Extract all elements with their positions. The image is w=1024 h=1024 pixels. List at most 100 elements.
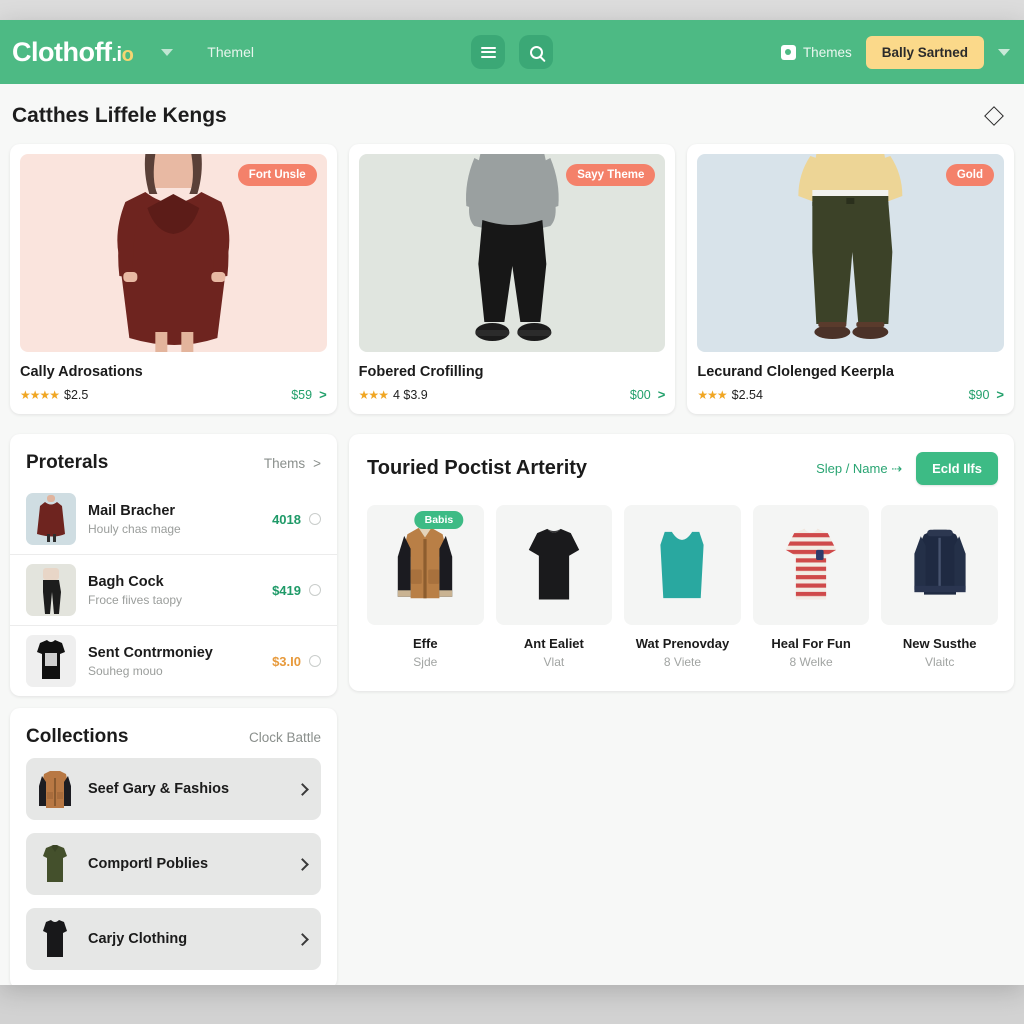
item-thumbnail: Babis (367, 505, 484, 625)
teal-tank-top-icon (660, 531, 705, 599)
item-name: Sent Contrmoniey (88, 644, 213, 661)
proterals-title: Proterals (26, 452, 109, 473)
brand-logo[interactable]: Clothoff .io (12, 37, 134, 68)
product-card[interactable]: Gold Lecurand Clolenged Keerpla ★★★ $2.5… (687, 144, 1015, 414)
list-item[interactable]: Sent Contrmoniey Souheg mouo $3.I0 (10, 626, 337, 696)
left-column: Proterals Thems > Mail Bracher Houly cha… (10, 434, 337, 985)
rating-stars: ★★★ (358, 387, 389, 402)
item-subtitle: Vlaitc (925, 655, 955, 669)
collections-link[interactable]: Clock Battle (249, 730, 321, 745)
list-item[interactable]: Carjy Clothing (26, 908, 321, 970)
item-thumbnail (26, 635, 76, 687)
product-price: $90 (968, 387, 990, 402)
item-name: Wat Prenovday (635, 636, 730, 651)
strip-item[interactable]: Ant Ealiet Vlat (495, 505, 613, 669)
cta-button[interactable]: Bally Sartned (865, 35, 984, 69)
item-subtitle: 8 Viete (663, 655, 702, 669)
proterals-header: Proterals Thems > (10, 434, 337, 484)
item-thumbnail (36, 768, 74, 810)
item-name: Effe (413, 636, 438, 651)
list-item[interactable]: Comportl Poblies (26, 833, 321, 895)
collections-header: Collections Clock Battle (10, 708, 337, 758)
collections-title: Collections (26, 726, 129, 747)
product-price-action[interactable]: $59 > (291, 387, 326, 402)
product-card[interactable]: Fort Unsle Cally Adrosations ★★★★ $2.5 $… (10, 144, 337, 414)
account-chevron-down-icon[interactable] (998, 48, 1010, 56)
black-tshirt-icon (528, 528, 580, 600)
themes-label: Themes (802, 44, 852, 60)
rating-value: $2.54 (731, 387, 763, 402)
item-subtitle: Froce fiives taopy (88, 592, 183, 607)
product-title: Fobered Crofilling (358, 364, 484, 380)
item-subtitle: Sjde (413, 655, 438, 669)
item-thumbnail (36, 843, 74, 885)
page-title: Catthes Liffele Kengs (12, 104, 227, 127)
item-name: Ant Ealiet (523, 636, 584, 651)
jacket-thumb-icon (39, 771, 71, 808)
select-radio[interactable] (309, 513, 321, 525)
add-button[interactable]: Ecld Ilfs (916, 452, 998, 485)
strip-item[interactable]: Wat Prenovday 8 Viete (624, 505, 741, 669)
shirt-thumb-icon (43, 845, 67, 882)
chevron-right-icon: > (313, 455, 321, 471)
item-name: Mail Bracher (88, 502, 176, 519)
brand-suffix: .io (111, 43, 134, 66)
item-label: Seef Gary & Fashios (88, 781, 230, 797)
item-subtitle: Houly chas mage (88, 521, 181, 536)
strip-item[interactable]: Babis Effe Sjde (367, 505, 484, 669)
varsity-jacket-icon (398, 525, 453, 598)
hamburger-icon (480, 44, 496, 60)
search-button[interactable] (519, 35, 553, 69)
sort-link[interactable]: Slep / Name ⇢ (816, 461, 902, 477)
page-title-row: Catthes Liffele Kengs (10, 84, 1014, 144)
lower-content: Proterals Thems > Mail Bracher Houly cha… (10, 434, 1014, 985)
product-badge: Fort Unsle (237, 164, 317, 186)
product-card[interactable]: Sayy Theme Fobered Crofilling ★★★ 4 $3.9… (348, 144, 676, 414)
activity-panel: Touried Poctist Arterity Slep / Name ⇢ E… (349, 434, 1014, 691)
navy-bomber-jacket-icon (914, 529, 966, 595)
item-label: Comportl Poblies (88, 856, 209, 872)
sort-arrow-icon: ⇢ (891, 460, 903, 476)
strip-item[interactable]: New Susthe Vlaitc (881, 505, 998, 669)
screen: Clothoff.io Themel Themes Bally Sartned (0, 0, 1024, 1024)
menu-button[interactable] (471, 35, 505, 69)
item-thumbnail (36, 918, 74, 960)
chevron-down-icon[interactable] (161, 48, 174, 56)
product-price-action[interactable]: $00 > (630, 387, 665, 402)
select-radio[interactable] (309, 584, 321, 596)
product-badge: Sayy Theme (566, 164, 656, 186)
item-subtitle: Vlat (543, 655, 565, 669)
proterals-link[interactable]: Thems > (264, 456, 321, 471)
nav-item-themel[interactable]: Themel (207, 44, 254, 60)
search-icon (529, 45, 543, 59)
chevron-right-icon: > (657, 387, 666, 402)
product-title: Lecurand Clolenged Keerpla (697, 364, 894, 380)
sort-label: Slep / Name (816, 460, 888, 476)
rating-value: $2.5 (64, 387, 89, 402)
item-badge: Babis (414, 511, 464, 529)
list-item[interactable]: Mail Bracher Houly chas mage 4018 (10, 484, 337, 555)
product-meta: ★★★ 4 $3.9 $00 > (359, 387, 666, 402)
list-item[interactable]: Seef Gary & Fashios (26, 758, 321, 820)
striped-tshirt-icon (785, 528, 837, 600)
dress-thumb-icon (37, 495, 65, 542)
app-header: Clothoff .io Themel Themes Bally Sartned (0, 20, 1024, 84)
product-price-action[interactable]: $90 > (969, 387, 1004, 402)
product-price: $00 (629, 387, 651, 402)
tshirt-thumb-icon (37, 640, 65, 679)
app-window: Clothoff.io Themel Themes Bally Sartned (0, 20, 1024, 985)
item-thumbnail (752, 505, 870, 625)
proterals-panel: Proterals Thems > Mail Bracher Houly cha… (10, 434, 337, 696)
select-radio[interactable] (309, 655, 321, 667)
header-center-actions (471, 35, 553, 69)
item-thumbnail (26, 493, 76, 545)
item-thumbnail (624, 505, 741, 625)
diamond-icon[interactable] (984, 106, 1004, 126)
strip-item[interactable]: Heal For Fun 8 Welke (752, 505, 870, 669)
list-item[interactable]: Bagh Cock Froce fiives taopy $419 (10, 555, 337, 626)
product-image: Fort Unsle (20, 154, 327, 352)
item-price: 4018 (272, 511, 301, 527)
product-meta: ★★★★ $2.5 $59 > (20, 387, 327, 402)
chevron-right-icon (296, 932, 309, 946)
themes-link[interactable]: Themes (780, 44, 852, 60)
